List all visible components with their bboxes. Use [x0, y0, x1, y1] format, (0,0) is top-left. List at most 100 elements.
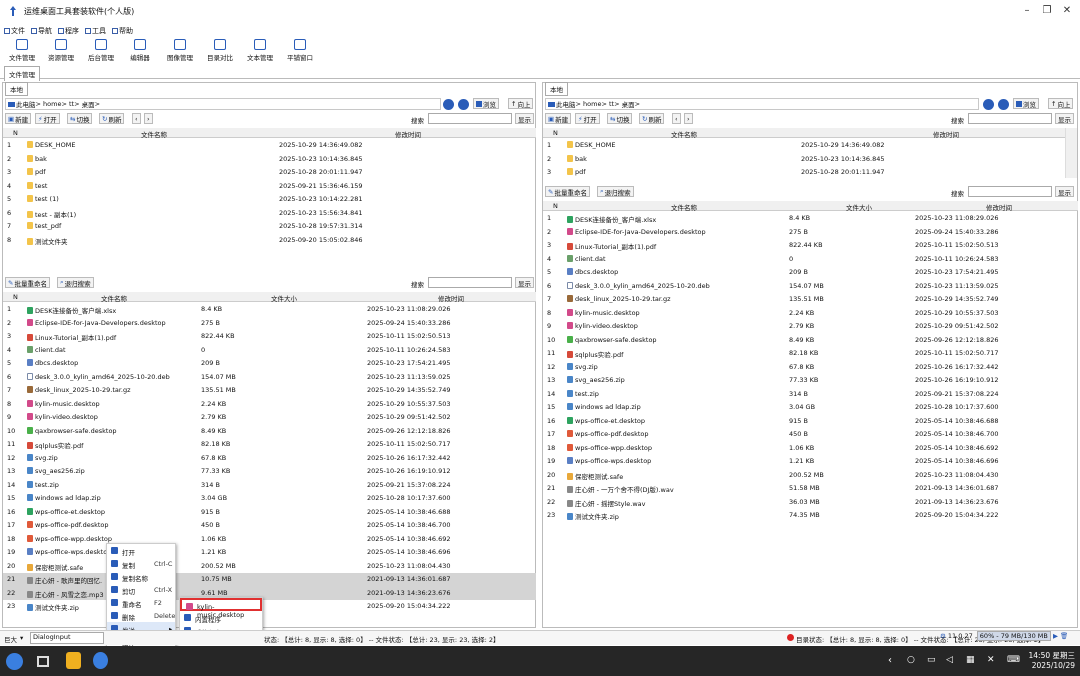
dir-row[interactable]: 8 测试文件夹 2025-09-20 15:05:02.846: [3, 234, 536, 248]
back-search-button[interactable]: ⌕ 退归搜索: [57, 277, 94, 288]
dir-search-input-right[interactable]: [968, 113, 1052, 124]
browse-button-right[interactable]: 浏览: [1013, 98, 1039, 109]
start-icon[interactable]: [6, 653, 23, 670]
batch-rename-button[interactable]: ✎ 批量重命名: [5, 277, 50, 288]
tool-image-manager[interactable]: 图像管理: [162, 38, 198, 62]
file-row[interactable]: 20 保密柜测试.safe 200.52 MB 2025-10-23 11:08:04…: [3, 560, 536, 574]
batch-rename-button-right[interactable]: ✎ 批量重命名: [545, 186, 590, 197]
tray-volume-icon[interactable]: ◁: [946, 655, 953, 665]
file-row[interactable]: 13 svg_aes256.zip 77.33 KB 2025-10-26 16:19…: [543, 374, 1078, 388]
info-icon[interactable]: [443, 99, 454, 110]
tray-chevron-icon[interactable]: ‹: [888, 655, 892, 666]
file-search-input-right[interactable]: [968, 186, 1052, 197]
file-row[interactable]: 7 desk_linux_2025-10-29.tar.gz 135.51 MB 20…: [543, 293, 1078, 307]
file-row[interactable]: 3 Linux-Tutorial_副本(1).pdf 822.44 KB 2025-1…: [3, 330, 536, 344]
star-icon[interactable]: [998, 99, 1009, 110]
menu-program[interactable]: 程序: [58, 26, 79, 36]
dir-row[interactable]: 6 test - 副本(1) 2025-10-23 15:56:34.841: [3, 207, 536, 221]
address-bar[interactable]: 此电脑 > home > tt > 桌面 >: [5, 98, 441, 110]
file-row[interactable]: 16 wps-office-et.desktop 915 B 2025-05-14 1…: [543, 415, 1078, 429]
switch-button-right[interactable]: ⇆ 切换: [607, 113, 633, 124]
tool-dir-compare[interactable]: 目录对比: [202, 38, 238, 62]
file-row[interactable]: 4 client.dat 0 2025-10-11 10:26:24.583: [543, 253, 1078, 267]
back-arrow-button-right[interactable]: ‹: [672, 113, 681, 124]
dir-scrollbar-right[interactable]: [1065, 128, 1077, 178]
submenu-kylin-music[interactable]: kylin-music.desktop: [180, 598, 262, 619]
file-row[interactable]: 20 保密柜测试.safe 200.52 MB 2025-10-23 11:08:04…: [543, 469, 1078, 483]
file-row[interactable]: 13 svg_aes256.zip 77.33 KB 2025-10-26 16:19…: [3, 465, 536, 479]
file-row[interactable]: 4 client.dat 0 2025-10-11 10:26:24.583: [3, 344, 536, 358]
trash-icon[interactable]: 🗑: [1060, 632, 1068, 640]
forward-arrow-button[interactable]: ›: [144, 113, 153, 124]
tray-screenshot-icon[interactable]: ▭: [927, 655, 936, 665]
tool-tile-windows[interactable]: 平铺窗口: [282, 38, 318, 62]
tray-close-icon[interactable]: ✕: [987, 655, 995, 665]
file-row[interactable]: 15 windows ad ldap.zip 3.04 GB 2025-10-28 1…: [543, 401, 1078, 415]
refresh-button-right[interactable]: ↻ 刷新: [639, 113, 665, 124]
open-button-right[interactable]: ⚡ 打开: [575, 113, 600, 124]
submenu-builtin[interactable]: 内置程序: [180, 611, 262, 624]
file-row[interactable]: 10 qaxbrowser-safe.desktop 8.49 KB 2025-09-…: [3, 425, 536, 439]
tool-text-manager[interactable]: 文本管理: [242, 38, 278, 62]
play-icon[interactable]: ▶: [1053, 632, 1058, 640]
dir-row[interactable]: 3 pdf 2025-10-28 20:01:11.947: [3, 166, 536, 180]
file-row[interactable]: 14 test.zip 314 B 2025-09-21 15:37:08.224: [543, 388, 1078, 402]
file-row[interactable]: 22 庄心妍 - 风雪之恋.mp3 9.61 MB 2021-09-13 14:36:…: [3, 586, 536, 600]
file-row[interactable]: 21 庄心妍 - 歌声里的回忆. 10.75 MB 2021-09-13 14:36:…: [3, 573, 536, 587]
menu-nav[interactable]: 导航: [31, 26, 52, 36]
menu-help[interactable]: 帮助: [112, 26, 133, 36]
show-button-files[interactable]: 显示: [515, 277, 534, 288]
show-button[interactable]: 显示: [515, 113, 534, 124]
switch-button[interactable]: ⇆ 切换: [67, 113, 93, 124]
maximize-icon[interactable]: ❐: [1040, 5, 1054, 16]
refresh-button[interactable]: ↻ 刷新: [99, 113, 125, 124]
file-row[interactable]: 8 kylin-music.desktop 2.24 KB 2025-10-29 10…: [543, 307, 1078, 321]
file-row[interactable]: 17 wps-office-pdf.desktop 450 B 2025-05-14 …: [543, 428, 1078, 442]
file-row[interactable]: 17 wps-office-pdf.desktop 450 B 2025-05-14 …: [3, 519, 536, 533]
open-button[interactable]: ⚡ 打开: [35, 113, 60, 124]
context-item-copy-name[interactable]: 复制名称: [107, 570, 175, 583]
context-item-rename[interactable]: 重命名 F2: [107, 596, 175, 609]
file-row[interactable]: 21 庄心妍 - 一万个舍不得(DJ版).wav 51.58 MB 2021-09-1…: [543, 482, 1078, 496]
dir-row[interactable]: 7 test_pdf 2025-10-28 19:57:31.314: [3, 220, 536, 234]
tool-backend-manager[interactable]: 后台管理: [83, 38, 119, 62]
tool-editor[interactable]: 编辑器: [122, 38, 158, 62]
context-item-delete[interactable]: 删除 Delete: [107, 609, 175, 622]
clock[interactable]: 14:50 星期三 2025/10/29: [1025, 650, 1076, 670]
tray-network-icon[interactable]: ▦: [966, 655, 975, 665]
dir-row[interactable]: 4 test 2025-09-21 15:36:46.159: [3, 180, 536, 194]
close-icon[interactable]: ✕: [1060, 5, 1074, 16]
tray-search-icon[interactable]: ○: [907, 655, 915, 665]
file-row[interactable]: 2 Eclipse-IDE-for-Java-Developers.desktop…: [543, 226, 1078, 240]
new-button[interactable]: ▣ 新建: [5, 113, 32, 124]
context-item-copy[interactable]: 复制 Ctrl-C: [107, 557, 175, 570]
file-row[interactable]: 18 wps-office-wpp.desktop 1.06 KB 2025-05-1…: [543, 442, 1078, 456]
file-row[interactable]: 22 庄心妍 - 摇摆Style.wav 36.03 MB 2021-09-13 14…: [543, 496, 1078, 510]
file-row[interactable]: 12 svg.zip 67.8 KB 2025-10-26 16:17:32.442: [543, 361, 1078, 375]
tab-local-right[interactable]: 本地: [545, 82, 568, 96]
browse-button[interactable]: 浏览: [473, 98, 499, 109]
file-row[interactable]: 10 qaxbrowser-safe.desktop 8.49 KB 2025-09-…: [543, 334, 1078, 348]
context-item-open[interactable]: 打开: [107, 544, 175, 557]
file-row[interactable]: 3 Linux-Tutorial_副本(1).pdf 822.44 KB 2025-1…: [543, 239, 1078, 253]
file-row[interactable]: 5 dbcs.desktop 209 B 2025-10-23 17:54:21.49…: [543, 266, 1078, 280]
up-button[interactable]: ↑ 向上: [508, 98, 534, 109]
file-row[interactable]: 5 dbcs.desktop 209 B 2025-10-23 17:54:21.49…: [3, 357, 536, 371]
file-row[interactable]: 8 kylin-music.desktop 2.24 KB 2025-10-29 10…: [3, 398, 536, 412]
file-row[interactable]: 14 test.zip 314 B 2025-09-21 15:37:08.224: [3, 479, 536, 493]
info-icon[interactable]: [983, 99, 994, 110]
file-row[interactable]: 16 wps-office-et.desktop 915 B 2025-05-14 1…: [3, 506, 536, 520]
file-row[interactable]: 18 wps-office-wpp.desktop 1.06 KB 2025-05-1…: [3, 533, 536, 547]
file-row[interactable]: 9 kylin-video.desktop 2.79 KB 2025-10-29 09…: [3, 411, 536, 425]
file-row[interactable]: 15 windows ad ldap.zip 3.04 GB 2025-10-28 1…: [3, 492, 536, 506]
file-row[interactable]: 19 wps-office-wps.deskto 1.21 KB 2025-05-14…: [3, 546, 536, 560]
file-row[interactable]: 9 kylin-video.desktop 2.79 KB 2025-10-29 09…: [543, 320, 1078, 334]
file-row[interactable]: 19 wps-office-wps.desktop 1.21 KB 2025-05-1…: [543, 455, 1078, 469]
tool-file-manager[interactable]: 文件管理: [4, 38, 40, 62]
minimize-icon[interactable]: –: [1020, 5, 1034, 16]
up-button-right[interactable]: ↑ 向上: [1048, 98, 1074, 109]
zoom-label[interactable]: 巨大: [4, 634, 17, 644]
file-row[interactable]: 12 svg.zip 67.8 KB 2025-10-26 16:17:32.442: [3, 452, 536, 466]
multitask-icon[interactable]: [37, 656, 49, 667]
dir-row[interactable]: 5 test (1) 2025-10-23 10:14:22.281: [3, 193, 536, 207]
